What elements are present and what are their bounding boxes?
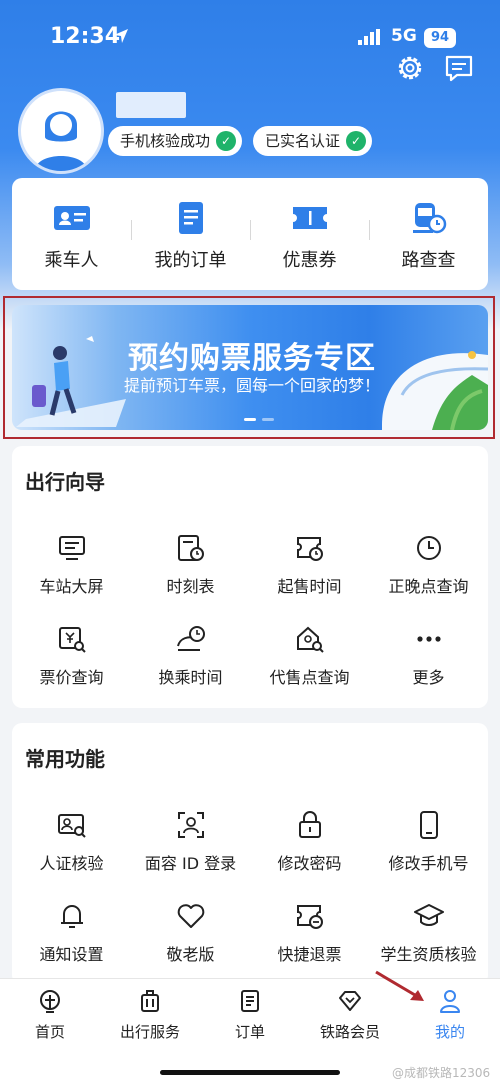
clock-icon — [417, 536, 441, 560]
func-change-phone[interactable]: 修改手机号 — [369, 810, 488, 890]
user-icon — [440, 990, 460, 1013]
more-dots-icon — [417, 636, 441, 642]
message-icon[interactable] — [443, 52, 475, 84]
lock-icon — [299, 811, 321, 838]
heart-icon — [177, 904, 205, 928]
timetable-icon — [178, 535, 204, 561]
quick-refund-icon — [297, 905, 323, 929]
section-title: 出行向导 — [25, 470, 105, 494]
order-list-icon — [179, 202, 203, 234]
guide-punctuality-query[interactable]: 正晚点查询 — [369, 533, 488, 613]
network-type: 5G — [391, 26, 417, 46]
location-arrow-icon — [114, 29, 128, 43]
real-name-verified-badge: 已实名认证 ✓ — [253, 126, 373, 156]
signal-icon — [358, 29, 380, 45]
face-id-icon — [178, 812, 204, 838]
sale-time-icon — [297, 537, 323, 561]
station-screen-icon — [59, 536, 85, 560]
diamond-icon — [339, 991, 361, 1011]
id-verify-icon — [58, 814, 86, 838]
quick-my-orders[interactable]: 我的订单 — [131, 178, 250, 290]
func-change-password[interactable]: 修改密码 — [250, 810, 369, 890]
func-face-id-login[interactable]: 面容 ID 登录 — [131, 810, 250, 890]
luggage-icon — [141, 990, 159, 1012]
guide-fare-query[interactable]: 票价查询 — [12, 624, 131, 704]
bell-icon — [61, 905, 83, 928]
graduation-cap-icon — [414, 904, 444, 926]
check-icon: ✓ — [346, 131, 367, 151]
guide-more[interactable]: 更多 — [369, 624, 488, 704]
order-icon — [241, 990, 259, 1012]
tab-travel-services[interactable]: 出行服务 — [100, 979, 200, 1049]
func-id-verify[interactable]: 人证核验 — [12, 810, 131, 890]
quick-coupons[interactable]: 优惠券 — [250, 178, 369, 290]
avatar[interactable] — [18, 88, 104, 174]
tab-orders[interactable]: 订单 — [200, 979, 300, 1049]
phone-verified-badge: 手机核验成功 ✓ — [108, 126, 243, 156]
section-title: 常用功能 — [25, 747, 105, 771]
fare-query-icon — [59, 627, 86, 653]
passenger-card-icon — [54, 206, 90, 230]
tab-home[interactable]: 首页 — [0, 979, 100, 1049]
username-redacted — [116, 92, 186, 118]
func-quick-refund[interactable]: 快捷退票 — [250, 901, 369, 981]
home-rail-icon — [40, 990, 60, 1013]
quick-passenger[interactable]: 乘车人 — [12, 178, 131, 290]
guide-sale-time[interactable]: 起售时间 — [250, 533, 369, 613]
func-notification-settings[interactable]: 通知设置 — [12, 901, 131, 981]
quick-actions-card: 乘车人 我的订单 优惠券 路查查 — [12, 178, 488, 290]
coupon-icon — [293, 207, 327, 229]
transfer-time-icon — [177, 626, 205, 651]
quick-route-query[interactable]: 路查查 — [369, 178, 488, 290]
check-icon: ✓ — [216, 131, 237, 151]
agency-query-icon — [297, 626, 324, 653]
common-functions-section: 常用功能 人证核验 面容 ID 登录 修改密码 修改手机号 通知设置 敬老版 快… — [12, 723, 488, 985]
profile-section: 手机核验成功 ✓ 已实名认证 ✓ — [18, 88, 488, 176]
watermark: @成都铁路12306 — [392, 1066, 491, 1080]
func-elderly-mode[interactable]: 敬老版 — [131, 901, 250, 981]
settings-gear-icon[interactable] — [394, 52, 426, 84]
guide-transfer-time[interactable]: 换乘时间 — [131, 624, 250, 704]
guide-agency-query[interactable]: 代售点查询 — [250, 624, 369, 704]
default-avatar-icon — [35, 111, 87, 171]
guide-timetable[interactable]: 时刻表 — [131, 533, 250, 613]
status-time: 12:34 — [50, 24, 121, 49]
annotation-highlight-box — [3, 296, 495, 439]
battery-level: 94 — [424, 28, 456, 48]
home-indicator — [160, 1070, 340, 1075]
phone-icon — [420, 811, 438, 839]
annotation-arrow-icon — [375, 970, 424, 1001]
travel-guide-section: 出行向导 车站大屏 时刻表 起售时间 正晚点查询 票价查询 换乘时间 代售点查询… — [12, 446, 488, 708]
guide-station-screen[interactable]: 车站大屏 — [12, 533, 131, 613]
route-query-icon — [413, 203, 447, 234]
